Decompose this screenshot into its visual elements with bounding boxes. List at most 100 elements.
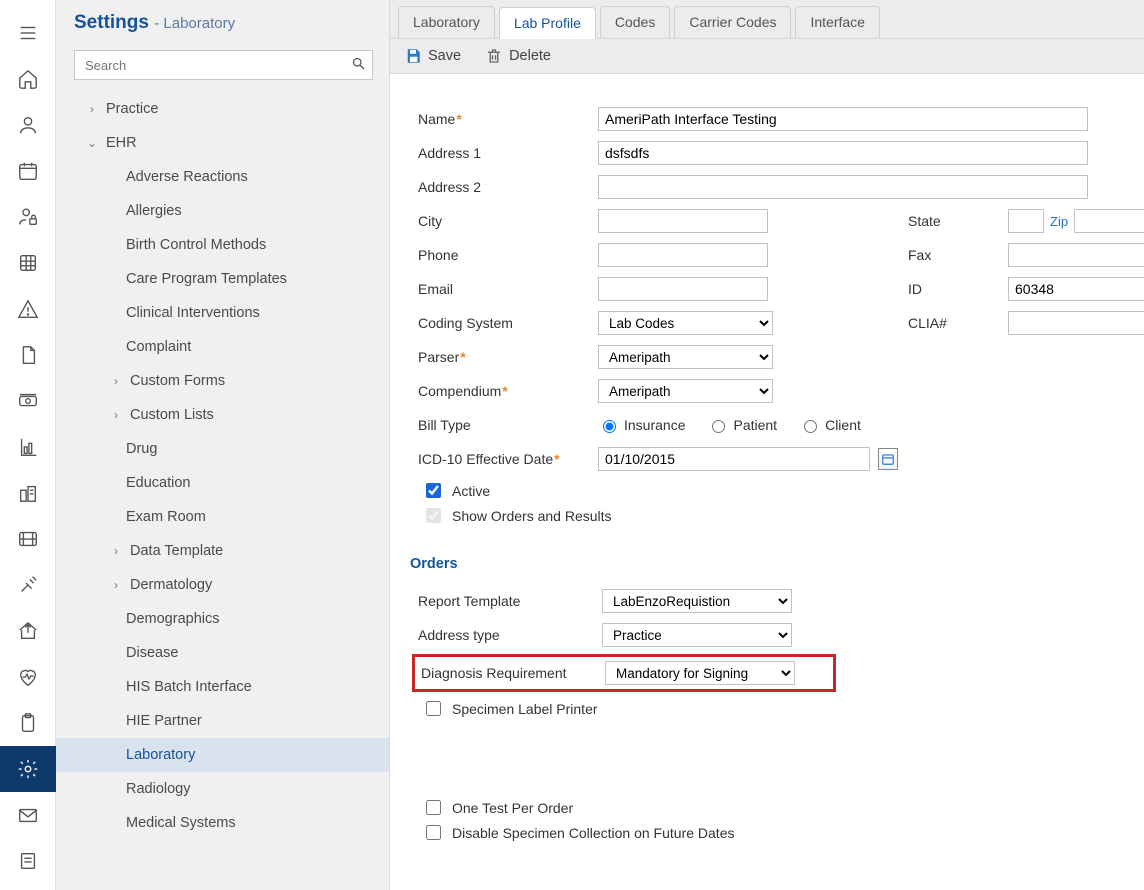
address2-field[interactable] (598, 175, 1088, 199)
sidebar-item-hie-partner[interactable]: HIE Partner (56, 704, 389, 738)
coding-system-select[interactable]: Lab Codes (598, 311, 773, 335)
label-address2: Address 2 (418, 179, 588, 195)
save-button[interactable]: Save (404, 47, 461, 65)
clia-field[interactable] (1008, 311, 1144, 335)
orders-heading: Orders (410, 556, 1116, 572)
building-icon[interactable] (0, 470, 56, 516)
one-test-checkbox[interactable] (426, 800, 441, 815)
label-report-template: Report Template (418, 593, 592, 609)
alert-icon[interactable] (0, 286, 56, 332)
sidebar-item-adverse-reactions[interactable]: Adverse Reactions (56, 160, 389, 194)
sidebar-item-custom-lists[interactable]: ›Custom Lists (56, 398, 389, 432)
sidebar-search (74, 50, 373, 80)
injection-icon[interactable] (0, 562, 56, 608)
home-icon[interactable] (0, 56, 56, 102)
sidebar-item-data-template[interactable]: ›Data Template (56, 534, 389, 568)
city-field[interactable] (598, 209, 768, 233)
label-show-orders: Show Orders and Results (452, 508, 612, 524)
sidebar-item-radiology[interactable]: Radiology (56, 772, 389, 806)
chart-icon[interactable] (0, 424, 56, 470)
label-city: City (418, 213, 588, 229)
sidebar-item-exam-room[interactable]: Exam Room (56, 500, 389, 534)
calendar-picker-icon[interactable] (878, 448, 898, 470)
active-checkbox[interactable] (426, 483, 441, 498)
bill-type-patient[interactable]: Patient (707, 417, 777, 433)
money-icon[interactable] (0, 378, 56, 424)
save-label: Save (428, 48, 461, 64)
sidebar-item-custom-forms[interactable]: ›Custom Forms (56, 364, 389, 398)
chevron-icon: › (108, 544, 124, 558)
label-coding-system: Coding System (418, 315, 588, 331)
parser-select[interactable]: Ameripath (598, 345, 773, 369)
tab-codes[interactable]: Codes (600, 6, 670, 38)
sidebar-section-practice[interactable]: ›Practice (56, 92, 389, 126)
label-address-type: Address type (418, 627, 592, 643)
clipboard-icon[interactable] (0, 700, 56, 746)
delete-button[interactable]: Delete (485, 47, 551, 65)
address-type-select[interactable]: Practice (602, 623, 792, 647)
sidebar-item-his-batch-interface[interactable]: HIS Batch Interface (56, 670, 389, 704)
delete-label: Delete (509, 48, 551, 64)
search-input[interactable] (75, 58, 344, 73)
label-bill-type: Bill Type (418, 417, 588, 433)
email-field[interactable] (598, 277, 768, 301)
person-lock-icon[interactable] (0, 194, 56, 240)
zip1-field[interactable] (1074, 209, 1144, 233)
main-panel: LaboratoryLab ProfileCodesCarrier CodesI… (390, 0, 1144, 890)
sidebar-item-laboratory[interactable]: Laboratory (56, 738, 389, 772)
label-name: Name (418, 111, 588, 127)
icd10-date-field[interactable] (598, 447, 870, 471)
disable-future-checkbox[interactable] (426, 825, 441, 840)
zip-label[interactable]: Zip (1050, 214, 1068, 229)
chevron-icon: › (108, 408, 124, 422)
tab-carrier-codes[interactable]: Carrier Codes (674, 6, 791, 38)
tab-interface[interactable]: Interface (795, 6, 879, 38)
note-icon[interactable] (0, 838, 56, 884)
floppy-icon (404, 47, 422, 65)
diagnosis-req-select[interactable]: Mandatory for Signing (605, 661, 795, 685)
person-icon[interactable] (0, 102, 56, 148)
sidebar-item-care-program-templates[interactable]: Care Program Templates (56, 262, 389, 296)
sidebar-item-medical-systems[interactable]: Medical Systems (56, 806, 389, 840)
label-diagnosis-req: Diagnosis Requirement (421, 665, 595, 681)
tab-laboratory[interactable]: Laboratory (398, 6, 495, 38)
name-field[interactable] (598, 107, 1088, 131)
bill-type-client[interactable]: Client (799, 417, 861, 433)
calendar-icon[interactable] (0, 148, 56, 194)
sidebar-item-disease[interactable]: Disease (56, 636, 389, 670)
label-state: State (908, 213, 998, 229)
hamburger-icon[interactable] (0, 10, 56, 56)
specimen-printer-checkbox[interactable] (426, 701, 441, 716)
sidebar-item-birth-control-methods[interactable]: Birth Control Methods (56, 228, 389, 262)
heart-icon[interactable] (0, 654, 56, 700)
sidebar-item-demographics[interactable]: Demographics (56, 602, 389, 636)
sidebar-section-ehr[interactable]: ⌄EHR (56, 126, 389, 160)
search-icon[interactable] (344, 56, 372, 74)
grid-icon[interactable] (0, 240, 56, 286)
fax-field[interactable] (1008, 243, 1144, 267)
label-parser: Parser (418, 349, 588, 365)
compendium-select[interactable]: Ameripath (598, 379, 773, 403)
film-icon[interactable] (0, 516, 56, 562)
id-field[interactable] (1008, 277, 1144, 301)
upload-icon[interactable] (0, 608, 56, 654)
address1-field[interactable] (598, 141, 1088, 165)
phone-field[interactable] (598, 243, 768, 267)
gear-icon[interactable] (0, 746, 56, 792)
sidebar-item-clinical-interventions[interactable]: Clinical Interventions (56, 296, 389, 330)
sidebar-item-complaint[interactable]: Complaint (56, 330, 389, 364)
label-phone: Phone (418, 247, 588, 263)
document-icon[interactable] (0, 332, 56, 378)
report-template-select[interactable]: LabEnzoRequistion (602, 589, 792, 613)
sidebar-item-drug[interactable]: Drug (56, 432, 389, 466)
tab-lab-profile[interactable]: Lab Profile (499, 7, 596, 39)
diagnosis-requirement-highlight: Diagnosis Requirement Mandatory for Sign… (412, 654, 836, 692)
label-specimen-printer: Specimen Label Printer (452, 701, 598, 717)
show-orders-checkbox (426, 508, 441, 523)
mail-icon[interactable] (0, 792, 56, 838)
sidebar-item-education[interactable]: Education (56, 466, 389, 500)
sidebar-item-dermatology[interactable]: ›Dermatology (56, 568, 389, 602)
bill-type-insurance[interactable]: Insurance (598, 417, 685, 433)
sidebar-item-allergies[interactable]: Allergies (56, 194, 389, 228)
state-field[interactable] (1008, 209, 1044, 233)
